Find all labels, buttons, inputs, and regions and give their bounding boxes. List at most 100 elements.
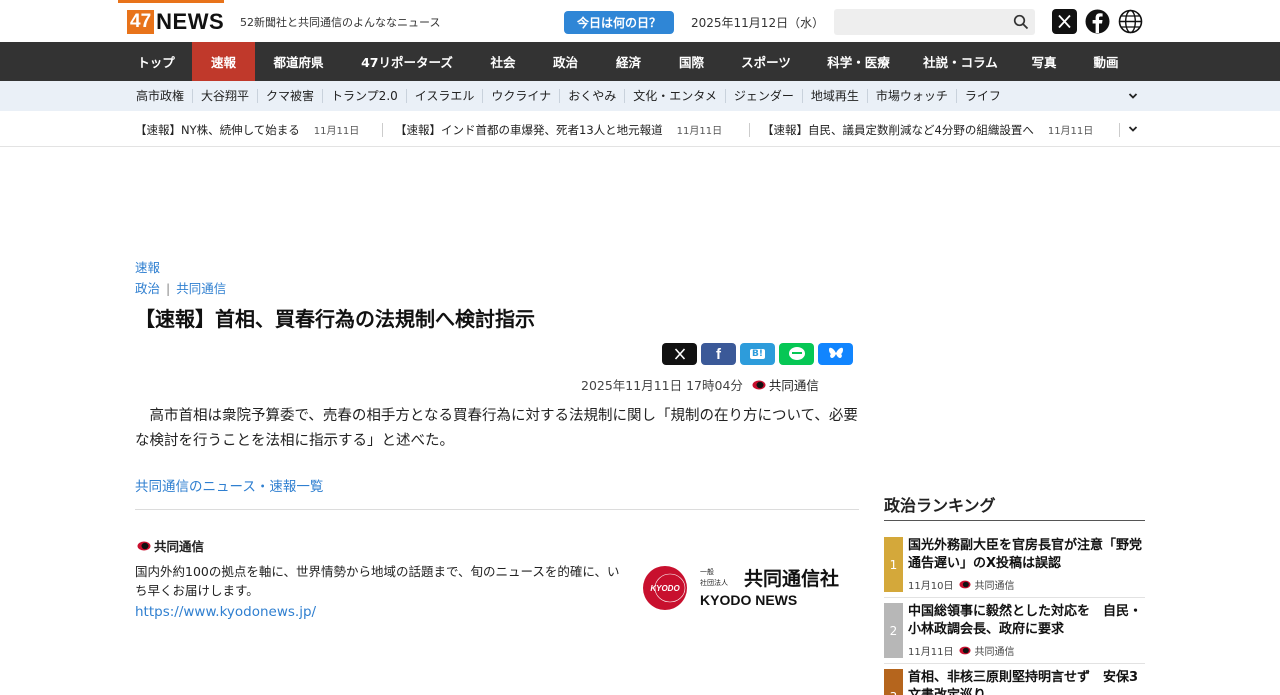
article-headline: 【速報】首相、買春行為の法規制へ検討指示 [135,307,535,331]
ticker-item[interactable]: 【速報】NY株、続伸して始まる 11月11日 [135,122,359,138]
nav-item-top[interactable]: トップ [120,42,192,81]
search-icon[interactable] [1013,14,1029,30]
ranking-headline[interactable]: 中国総領事に毅然とした対応を 自民・小林政調会長、政府に要求 [908,603,1145,639]
topic-item[interactable]: イスラエル [407,89,484,103]
nav-item-breaking[interactable]: 速報 [192,42,255,81]
kyodo-news-list-link[interactable]: 共同通信のニュース・速報一覧 [135,475,323,495]
nav-item-science[interactable]: 科学・医療 [809,42,908,81]
topic-item[interactable]: クマ被害 [258,89,324,103]
nav-item-prefectures[interactable]: 都道府県 [255,42,342,81]
main-navigation: トップ 速報 都道府県 47リポーターズ 社会 政治 経済 国際 スポーツ 科学… [0,42,1280,81]
share-bluesky-button[interactable] [818,343,853,365]
ranking-item[interactable]: 1 国光外務副大臣を官房長官が注意「野党通告遅い」のX投稿は誤認 11月10日 … [884,537,1145,592]
ticker-date: 11月11日 [313,126,360,137]
article-byline: 2025年11月11日 17時04分 共同通信 [581,375,819,394]
ranking-date: 11月10日 [908,581,954,592]
topic-item[interactable]: おくやみ [560,89,626,103]
article-categories: 政治 | 共同通信 [135,278,226,297]
ticker-title: 【速報】NY株、続伸して始まる [135,123,300,137]
ticker-divider [749,123,750,137]
source-description: 国内外約100の拠点を軸に、世界情勢から地域の話題まで、旬のニュースを的確に、い… [135,564,620,598]
x-icon [674,348,685,360]
topic-item[interactable]: 文化・エンタメ [625,89,726,103]
share-line-button[interactable] [779,343,814,365]
chevron-down-icon[interactable] [1128,124,1138,134]
topic-item[interactable]: ライフ [957,89,1009,103]
x-social-icon[interactable] [1052,9,1077,34]
kyodo-mark-icon [137,541,151,550]
nav-item-sports[interactable]: スポーツ [723,42,809,81]
category-politics-link[interactable]: 政治 [135,281,160,296]
kyodo-mark-icon [752,380,766,389]
kyodo-mark-icon [959,646,972,655]
category-source-link[interactable]: 共同通信 [176,281,226,296]
rank-number: 1 [884,537,903,592]
ranking-meta: 11月10日 共同通信 [908,577,1014,592]
topic-item[interactable]: ジェンダー [726,89,803,103]
kyodo-news-logo: KYODO 一般 社団法人 共同通信社 KYODO NEWS [643,566,839,610]
section-divider [135,509,859,510]
ranking-item[interactable]: 3 首相、非核三原則堅持明言せず 安保3文書改定巡り [884,669,1145,695]
topic-item[interactable]: 高市政権 [128,89,194,103]
article-body: 高市首相は衆院予算委で、売春の相手方となる買春行為に対する法規制に関し「規制の在… [135,408,858,449]
chevron-down-icon[interactable] [1128,91,1138,101]
share-hatena-button[interactable]: B! [740,343,775,365]
politics-ranking-title: 政治ランキング [884,496,996,515]
ticker-date: 11月11日 [676,126,723,137]
ranking-headline[interactable]: 国光外務副大臣を官房長官が注意「野党通告遅い」のX投稿は誤認 [908,537,1145,573]
ticker-title: 【速報】インド首都の車爆発、死者13人と地元報道 [395,123,663,137]
ranking-source: 共同通信 [974,647,1015,658]
ranking-date: 11月11日 [908,647,954,658]
current-date: 2025年11月12日（水） [691,16,825,30]
article-source[interactable]: 共同通信 [769,375,819,394]
source-name: 共同通信 [154,539,205,554]
nav-item-photos[interactable]: 写真 [1013,42,1075,81]
ticker-date: 11月11日 [1047,126,1094,137]
facebook-icon: f [716,345,721,363]
topic-item[interactable]: 大谷翔平 [193,89,259,103]
search-input[interactable] [834,9,1035,35]
ranking-title-underline [884,520,1145,521]
today-in-history-button[interactable]: 今日は何の日？ [564,11,674,34]
ranking-source: 共同通信 [974,581,1015,592]
nav-item-society[interactable]: 社会 [472,42,534,81]
logo-japanese-name: 共同通信社 [744,567,839,590]
nav-item-economy[interactable]: 経済 [597,42,660,81]
nav-item-politics[interactable]: 政治 [534,42,597,81]
ticker-item[interactable]: 【速報】インド首都の車爆発、死者13人と地元報道 11月11日 [395,122,722,138]
ranking-item[interactable]: 2 中国総領事に毅然とした対応を 自民・小林政調会長、政府に要求 11月11日 … [884,603,1145,658]
rank-number: 3 [884,669,903,695]
article-datetime: 2025年11月11日 17時04分 [581,378,743,393]
logo-circle-text: KYODO [650,584,680,593]
facebook-social-icon[interactable] [1085,9,1110,34]
nav-item-videos[interactable]: 動画 [1075,42,1137,81]
logo-accent-bar [118,0,224,3]
ranking-divider [884,663,1145,664]
ranking-headline[interactable]: 首相、非核三原則堅持明言せず 安保3文書改定巡り [908,669,1145,695]
ticker-divider [1119,123,1120,137]
breaking-news-ticker: 【速報】NY株、続伸して始まる 11月11日 【速報】インド首都の車爆発、死者13… [0,111,1280,147]
hatena-icon: B! [750,349,765,359]
topic-item[interactable]: 市場ウォッチ [868,89,957,103]
nav-item-international[interactable]: 国際 [660,42,723,81]
site-logo[interactable]: 47 NEWS [127,8,224,36]
share-x-button[interactable] [662,343,697,365]
topic-item[interactable]: ウクライナ [483,89,561,103]
ticker-item[interactable]: 【速報】自民、議員定数削減など4分野の組織設置へ 11月11日 [762,122,1093,138]
topic-item[interactable]: 地域再生 [803,89,868,103]
logo-badge: 47 [127,10,155,34]
nav-item-editorials[interactable]: 社説・コラム [908,42,1013,81]
nav-item-47reporters[interactable]: 47リポーターズ [342,42,472,81]
category-breaking-link[interactable]: 速報 [135,257,160,276]
globe-language-icon[interactable] [1118,9,1143,34]
topic-navigation: 高市政権 大谷翔平 クマ被害 トランプ2.0 イスラエル ウクライナ おくやみ … [0,81,1280,111]
category-divider: | [166,281,171,296]
kyodo-mark-icon [959,580,972,589]
line-icon [788,347,805,360]
share-facebook-button[interactable]: f [701,343,736,365]
logo-english-name: KYODO NEWS [700,592,797,608]
topic-item[interactable]: トランプ2.0 [323,89,407,103]
ranking-meta: 11月11日 共同通信 [908,643,1014,658]
source-url-link[interactable]: https://www.kyodonews.jp/ [135,604,316,620]
site-tagline: 52新聞社と共同通信のよんななニュース [240,16,441,29]
